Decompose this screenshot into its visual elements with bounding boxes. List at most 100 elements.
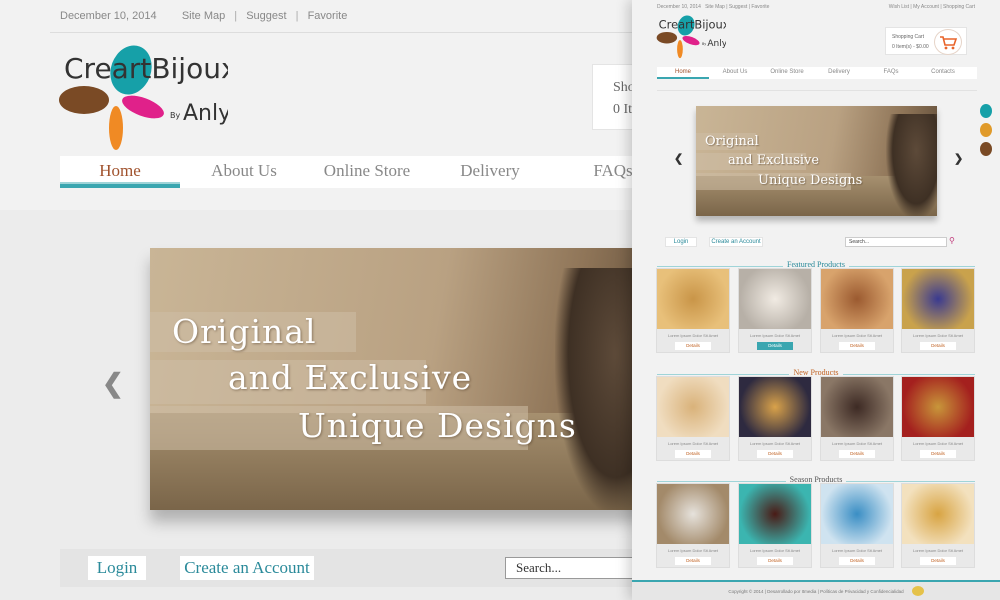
details-button[interactable]: Details	[757, 342, 793, 350]
product-image[interactable]	[902, 484, 974, 544]
nav-active-indicator	[657, 77, 709, 79]
product-image[interactable]	[657, 484, 729, 544]
product-caption: Lorem Ipsum Dolor Sit Amet	[912, 548, 964, 553]
main-nav: Home About Us Online Store Delivery FAQs	[60, 156, 660, 188]
product-card[interactable]: Lorem Ipsum Dolor Sit Amet Details	[820, 483, 894, 568]
site-map-link[interactable]: Site Map	[182, 10, 225, 22]
details-button[interactable]: Details	[839, 557, 875, 565]
product-image[interactable]	[739, 377, 811, 437]
logo[interactable]: CreartBijoux By Anly	[58, 42, 228, 152]
product-image[interactable]	[821, 484, 893, 544]
create-account-button[interactable]: Create an Account	[709, 237, 763, 247]
details-button[interactable]: Details	[675, 450, 711, 458]
site-map-link[interactable]: Site Map	[705, 4, 725, 10]
product-image[interactable]	[657, 377, 729, 437]
product-card[interactable]: Lorem Ipsum Dolor Sit Amet Details	[820, 268, 894, 353]
shopping-cart-link[interactable]: Shopping Cart	[943, 4, 975, 10]
product-card[interactable]: Lorem Ipsum Dolor Sit Amet Details	[738, 483, 812, 568]
product-caption: Lorem Ipsum Dolor Sit Amet	[749, 441, 801, 446]
details-button[interactable]: Details	[920, 342, 956, 350]
search-icon[interactable]: ⚲	[949, 236, 955, 245]
login-button[interactable]: Login	[665, 237, 697, 247]
search-input[interactable]: Search...	[505, 557, 635, 579]
product-image[interactable]	[821, 377, 893, 437]
product-card[interactable]: Lorem Ipsum Dolor Sit Amet Details	[738, 268, 812, 353]
nav-contacts[interactable]: Contacts	[917, 69, 969, 75]
product-image[interactable]	[821, 269, 893, 329]
logo-author: Anly	[183, 101, 228, 126]
social-orange-icon[interactable]	[980, 123, 992, 137]
product-card[interactable]: Lorem Ipsum Dolor Sit Amet Details	[656, 376, 730, 461]
product-caption: Lorem Ipsum Dolor Sit Amet	[667, 333, 719, 338]
social-teal-icon[interactable]	[980, 104, 992, 118]
social-brown-icon[interactable]	[980, 142, 992, 156]
account-links: Wish List | My Account | Shopping Cart	[888, 4, 975, 10]
product-image[interactable]	[902, 269, 974, 329]
full-page-preview: December 10, 2014 Site Map | Suggest | F…	[632, 0, 1000, 600]
banner-line-1: Original	[172, 312, 317, 351]
product-image[interactable]	[657, 269, 729, 329]
product-card[interactable]: Lorem Ipsum Dolor Sit Amet Details	[738, 376, 812, 461]
logo-by: By	[170, 111, 180, 120]
suggest-link[interactable]: Suggest	[246, 10, 286, 22]
login-button[interactable]: Login	[88, 556, 146, 580]
top-links: December 10, 2014 Site Map | Suggest | F…	[60, 10, 348, 22]
details-button[interactable]: Details	[757, 450, 793, 458]
slider-prev-arrow[interactable]: ❮	[102, 368, 124, 399]
product-card[interactable]: Lorem Ipsum Dolor Sit Amet Details	[901, 268, 975, 353]
product-caption: Lorem Ipsum Dolor Sit Amet	[912, 333, 964, 338]
nav-delivery[interactable]: Delivery	[430, 161, 550, 181]
product-image[interactable]	[902, 377, 974, 437]
favorite-link[interactable]: Favorite	[751, 4, 769, 10]
product-card[interactable]: Lorem Ipsum Dolor Sit Amet Details	[820, 376, 894, 461]
footer-text: Copyright © 2014 | Desarrollado por Itme…	[728, 589, 904, 594]
nav-delivery[interactable]: Delivery	[813, 69, 865, 75]
details-button[interactable]: Details	[839, 450, 875, 458]
nav-online-store[interactable]: Online Store	[761, 69, 813, 75]
details-button[interactable]: Details	[839, 342, 875, 350]
logo-by: By	[702, 42, 706, 46]
my-account-link[interactable]: My Account	[913, 4, 939, 10]
slider-prev-arrow[interactable]: ❮	[674, 152, 683, 165]
create-account-button[interactable]: Create an Account	[180, 556, 314, 580]
top-links: December 10, 2014 Site Map | Suggest | F…	[657, 4, 770, 10]
hero-banner[interactable]: Original and Exclusive Unique Designs	[150, 248, 650, 510]
banner-woman-image	[886, 114, 937, 216]
nav-about-us[interactable]: About Us	[184, 161, 304, 181]
search-input[interactable]: Search...	[845, 237, 947, 247]
divider	[50, 32, 650, 33]
product-caption: Lorem Ipsum Dolor Sit Amet	[667, 441, 719, 446]
footer: Copyright © 2014 | Desarrollado por Itme…	[632, 580, 1000, 600]
details-button[interactable]: Details	[675, 342, 711, 350]
banner-line-2: and Exclusive	[728, 153, 820, 168]
product-image[interactable]	[739, 269, 811, 329]
suggest-link[interactable]: Suggest	[729, 4, 747, 10]
product-card[interactable]: Lorem Ipsum Dolor Sit Amet Details	[656, 483, 730, 568]
details-button[interactable]: Details	[757, 557, 793, 565]
product-card[interactable]: Lorem Ipsum Dolor Sit Amet Details	[656, 268, 730, 353]
product-caption: Lorem Ipsum Dolor Sit Amet	[831, 548, 883, 553]
details-button[interactable]: Details	[675, 557, 711, 565]
details-button[interactable]: Details	[920, 557, 956, 565]
main-nav: Home About Us Online Store Delivery FAQs…	[657, 67, 977, 79]
nav-home[interactable]: Home	[657, 69, 709, 75]
cart-icon[interactable]	[934, 29, 962, 55]
nav-faqs[interactable]: FAQs	[865, 69, 917, 75]
banner-line-2: and Exclusive	[228, 358, 473, 397]
divider	[657, 90, 977, 91]
product-caption: Lorem Ipsum Dolor Sit Amet	[831, 441, 883, 446]
nav-home[interactable]: Home	[60, 161, 180, 181]
nav-online-store[interactable]: Online Store	[307, 161, 427, 181]
date-label: December 10, 2014	[657, 4, 701, 10]
logo[interactable]: Original CreartBijoux By Anly	[656, 14, 726, 59]
wish-list-link[interactable]: Wish List	[889, 4, 909, 10]
product-card[interactable]: Lorem Ipsum Dolor Sit Amet Details	[901, 483, 975, 568]
favorite-link[interactable]: Favorite	[308, 10, 348, 22]
hero-banner[interactable]: Original and Exclusive Unique Designs	[696, 106, 937, 216]
nav-about-us[interactable]: About Us	[709, 69, 761, 75]
slider-next-arrow[interactable]: ❯	[954, 152, 963, 165]
product-card[interactable]: Lorem Ipsum Dolor Sit Amet Details	[901, 376, 975, 461]
product-image[interactable]	[739, 484, 811, 544]
cart-label: Shopping Cart	[892, 34, 924, 40]
details-button[interactable]: Details	[920, 450, 956, 458]
